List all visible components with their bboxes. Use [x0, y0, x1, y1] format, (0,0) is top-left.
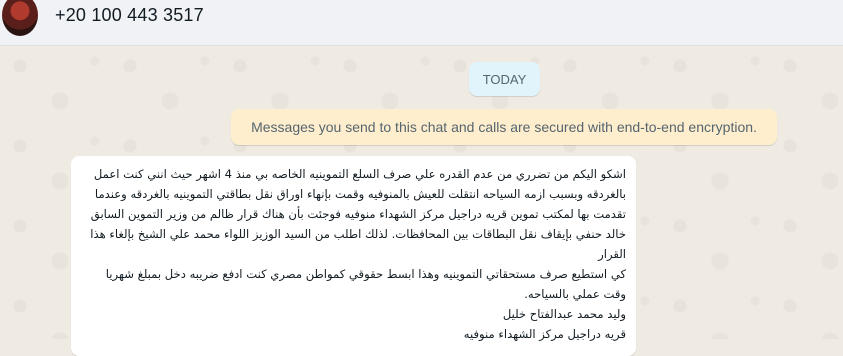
message-line: بالغردقه وبسبب ازمه السياحه انتقلت للعيش… [94, 187, 626, 201]
encryption-notice[interactable]: Messages you send to this chat and calls… [231, 109, 777, 145]
message-line: خالد حنفي بإيقاف نقل البطاقات بين المحاف… [90, 227, 626, 261]
date-chip: TODAY [469, 62, 540, 96]
contact-name[interactable]: +20 100 443 3517 [55, 5, 204, 26]
message-text: اشكو اليكم من تضرري من عدم القدره علي صر… [81, 164, 626, 344]
message-line: كي استطيع صرف مستحقاتي التموينيه وهذا اب… [105, 267, 626, 281]
chat-header: +20 100 443 3517 [0, 0, 843, 46]
chat-area: TODAY Messages you send to this chat and… [0, 46, 843, 356]
message-line: وليد محمد عبدالفتاح خليل [502, 307, 626, 321]
message-line: تقدمت بها لمكتب تموين قريه دراجيل مركز ا… [90, 207, 626, 221]
message-line: اشكو اليكم من تضرري من عدم القدره علي صر… [93, 167, 626, 181]
message-line: قريه دراجيل مركز الشهداء منوفيه [463, 327, 626, 341]
incoming-message[interactable]: اشكو اليكم من تضرري من عدم القدره علي صر… [71, 156, 636, 356]
contact-avatar[interactable] [2, 0, 38, 36]
message-line: وقت عملي بالسياحه. [524, 287, 626, 301]
